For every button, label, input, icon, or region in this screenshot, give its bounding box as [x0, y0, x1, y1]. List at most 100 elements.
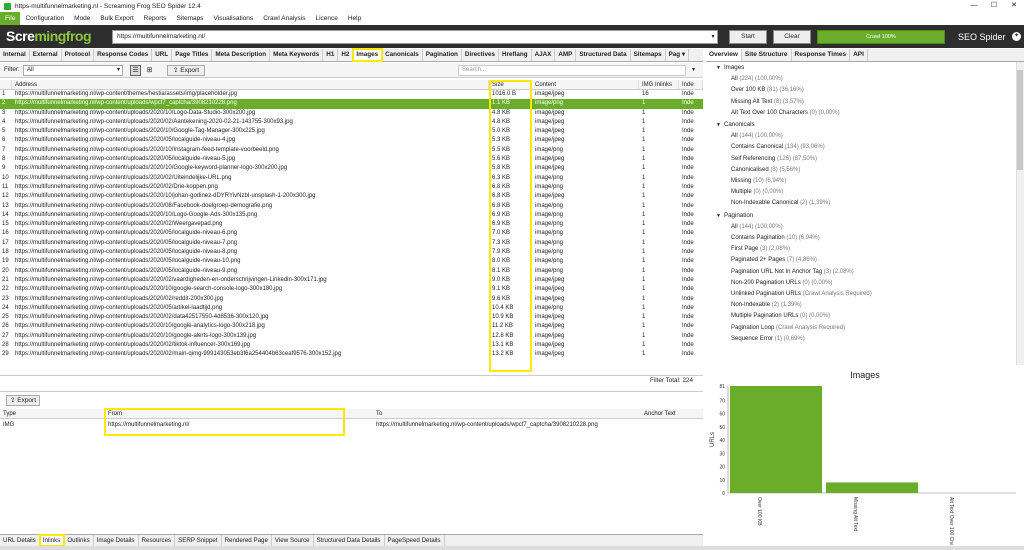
table-row[interactable]: 7 https://multifunnelmarketing.nl/wp-cont… [0, 146, 703, 155]
overview-item[interactable]: Missing Alt Text (8) (3,57%) [706, 97, 1016, 108]
table-row[interactable]: 27 https://multifunnelmarketing.nl/wp-con… [0, 332, 703, 341]
tab-meta-description[interactable]: Meta Description [212, 49, 271, 61]
col-content[interactable]: Content [532, 80, 639, 89]
minimize-icon[interactable]: — [964, 0, 984, 12]
menu-reports[interactable]: Reports [139, 12, 172, 25]
collapse-icon[interactable]: ▼ [716, 122, 721, 128]
chevron-down-icon[interactable]: ▾ [708, 30, 718, 44]
table-row[interactable]: 13 https://multifunnelmarketing.nl/wp-con… [0, 202, 703, 211]
close-icon[interactable]: ✕ [1004, 0, 1024, 12]
right-tab-site-structure[interactable]: Site Structure [742, 49, 792, 61]
overview-item[interactable]: Non-Indexable Canonical (2) (1,39%) [706, 198, 1016, 209]
overview-item[interactable]: Over 100 KB (81) (36,16%) [706, 85, 1016, 96]
maximize-icon[interactable]: ☐ [984, 0, 1004, 12]
table-row[interactable]: 8 https://multifunnelmarketing.nl/wp-cont… [0, 155, 703, 164]
right-tab-api[interactable]: API [850, 49, 868, 61]
bottom-tab-rendered-page[interactable]: Rendered Page [222, 535, 272, 546]
tab-pagination[interactable]: Pagination [423, 49, 462, 61]
menu-visualisations[interactable]: Visualisations [209, 12, 259, 25]
overview-item[interactable]: Paginated 2+ Pages (7) (4,86%) [706, 255, 1016, 266]
bottom-tab-outlinks[interactable]: Outlinks [64, 535, 94, 546]
overview-item[interactable]: All (144) (100,00%) [706, 131, 1016, 142]
table-row[interactable]: 15 https://multifunnelmarketing.nl/wp-con… [0, 220, 703, 229]
bottom-tab-image-details[interactable]: Image Details [94, 535, 139, 546]
collapse-icon[interactable]: ▼ [716, 213, 721, 219]
overview-item[interactable]: Non-Indexable (2) (1,39%) [706, 300, 1016, 311]
menu-configuration[interactable]: Configuration [20, 12, 69, 25]
tab-page-titles[interactable]: Page Titles [172, 49, 213, 61]
tab-h1[interactable]: H1 [323, 49, 339, 61]
table-row[interactable]: 5 https://multifunnelmarketing.nl/wp-cont… [0, 127, 703, 136]
tab-canonicals[interactable]: Canonicals [382, 49, 423, 61]
col-to[interactable]: To [373, 409, 641, 418]
tree-view-icon[interactable]: ⊞ [144, 65, 155, 76]
table-row[interactable]: 14 https://multifunnelmarketing.nl/wp-con… [0, 211, 703, 220]
overview-section-canonicals[interactable]: ▼ Canonicals [706, 119, 1016, 131]
table-row[interactable]: 18 https://multifunnelmarketing.nl/wp-con… [0, 248, 703, 257]
chevron-down-icon[interactable]: ▾ [688, 65, 699, 76]
tab-images[interactable]: Images [352, 48, 384, 62]
table-row[interactable]: 11 https://multifunnelmarketing.nl/wp-con… [0, 183, 703, 192]
table-row[interactable]: 19 https://multifunnelmarketing.nl/wp-con… [0, 257, 703, 266]
overview-item[interactable]: Self Referencing (126) (87,50%) [706, 154, 1016, 165]
menu-sitemaps[interactable]: Sitemaps [171, 12, 208, 25]
tab-response-codes[interactable]: Response Codes [94, 49, 153, 61]
tab-directives[interactable]: Directives [462, 49, 500, 61]
tab-meta-keywords[interactable]: Meta Keywords [270, 49, 324, 61]
overview-item[interactable]: Multiple (0) (0,00%) [706, 187, 1016, 198]
overview-section-images[interactable]: ▼ Images [706, 62, 1016, 74]
overview-item[interactable]: Pagination URL Not In Anchor Tag (3) (2,… [706, 267, 1016, 278]
menu-file[interactable]: File [0, 12, 21, 25]
table-row[interactable]: 25 https://multifunnelmarketing.nl/wp-con… [0, 313, 703, 322]
bottom-tab-structured-data-details[interactable]: Structured Data Details [314, 535, 385, 546]
menu-crawl-analysis[interactable]: Crawl Analysis [258, 12, 310, 25]
bottom-tab-resources[interactable]: Resources [139, 535, 176, 546]
col-inde[interactable]: Inde [679, 80, 703, 89]
overview-item[interactable]: Non-200 Pagination URLs (0) (0,00%) [706, 278, 1016, 289]
tab-sitemaps[interactable]: Sitemaps [631, 49, 666, 61]
overview-item[interactable]: All (144) (100,00%) [706, 222, 1016, 233]
col-anchor-text[interactable]: Anchor Text [641, 409, 701, 418]
table-row[interactable]: 21 https://multifunnelmarketing.nl/wp-con… [0, 276, 703, 285]
tab-protocol[interactable]: Protocol [62, 49, 95, 61]
table-row[interactable]: 23 https://multifunnelmarketing.nl/wp-con… [0, 295, 703, 304]
list-view-icon[interactable]: ☰ [130, 65, 141, 76]
tab-pag[interactable]: Pag ▾ [666, 49, 690, 61]
right-tab-overview[interactable]: Overview [706, 49, 742, 61]
details-export-button[interactable]: ⇪ Export [6, 395, 40, 406]
bottom-tab-serp-snippet[interactable]: SERP Snippet [175, 535, 222, 546]
overview-item[interactable]: Contains Pagination (10) (6,94%) [706, 233, 1016, 244]
table-row[interactable]: 26 https://multifunnelmarketing.nl/wp-con… [0, 322, 703, 331]
overview-item[interactable]: Contains Canonical (134) (93,06%) [706, 142, 1016, 153]
clear-button[interactable]: Clear [773, 30, 811, 44]
overview-item[interactable]: Unlinked Pagination URLs (Crawl Analysis… [706, 289, 1016, 300]
table-row[interactable]: 16 https://multifunnelmarketing.nl/wp-con… [0, 229, 703, 238]
bottom-tab-pagespeed-details[interactable]: PageSpeed Details [385, 535, 445, 546]
right-tab-response-times[interactable]: Response Times [792, 49, 851, 61]
overview-item[interactable]: Missing (10) (6,94%) [706, 176, 1016, 187]
start-button[interactable]: Start [729, 30, 767, 44]
scrollbar-thumb[interactable] [1017, 70, 1023, 170]
tab-h2[interactable]: H2 [338, 49, 354, 61]
table-row[interactable]: 22 https://multifunnelmarketing.nl/wp-con… [0, 285, 703, 294]
filter-select[interactable]: All ▾ [23, 65, 123, 76]
export-button[interactable]: ⇪ Export [167, 65, 205, 76]
tab-hreflang[interactable]: Hreflang [499, 49, 532, 61]
menu-bulk-export[interactable]: Bulk Export [95, 12, 138, 25]
url-input[interactable]: https://multifunnelmarketing.nl/ [112, 30, 718, 44]
overview-section-pagination[interactable]: ▼ Pagination [706, 210, 1016, 222]
tab-url[interactable]: URL [152, 49, 173, 61]
overview-item[interactable]: Canonicalised (8) (5,56%) [706, 165, 1016, 176]
table-row[interactable]: 28 https://multifunnelmarketing.nl/wp-con… [0, 341, 703, 350]
table-row[interactable]: 6 https://multifunnelmarketing.nl/wp-cont… [0, 136, 703, 145]
table-row[interactable]: 4 https://multifunnelmarketing.nl/wp-cont… [0, 118, 703, 127]
bottom-tab-url-details[interactable]: URL Details [0, 535, 40, 546]
overview-item[interactable]: Pagination Loop (Crawl Analysis Required… [706, 323, 1016, 334]
overview-item[interactable]: Alt Text Over 100 Characters (0) (0,00%) [706, 108, 1016, 119]
menu-licence[interactable]: Licence [310, 12, 342, 25]
table-row[interactable]: 24 https://multifunnelmarketing.nl/wp-con… [0, 304, 703, 313]
tab-internal[interactable]: Internal [0, 49, 30, 61]
table-row[interactable]: 29 https://multifunnelmarketing.nl/wp-con… [0, 350, 703, 359]
table-row[interactable]: 3 https://multifunnelmarketing.nl/wp-cont… [0, 109, 703, 118]
table-row[interactable]: 9 https://multifunnelmarketing.nl/wp-cont… [0, 164, 703, 173]
